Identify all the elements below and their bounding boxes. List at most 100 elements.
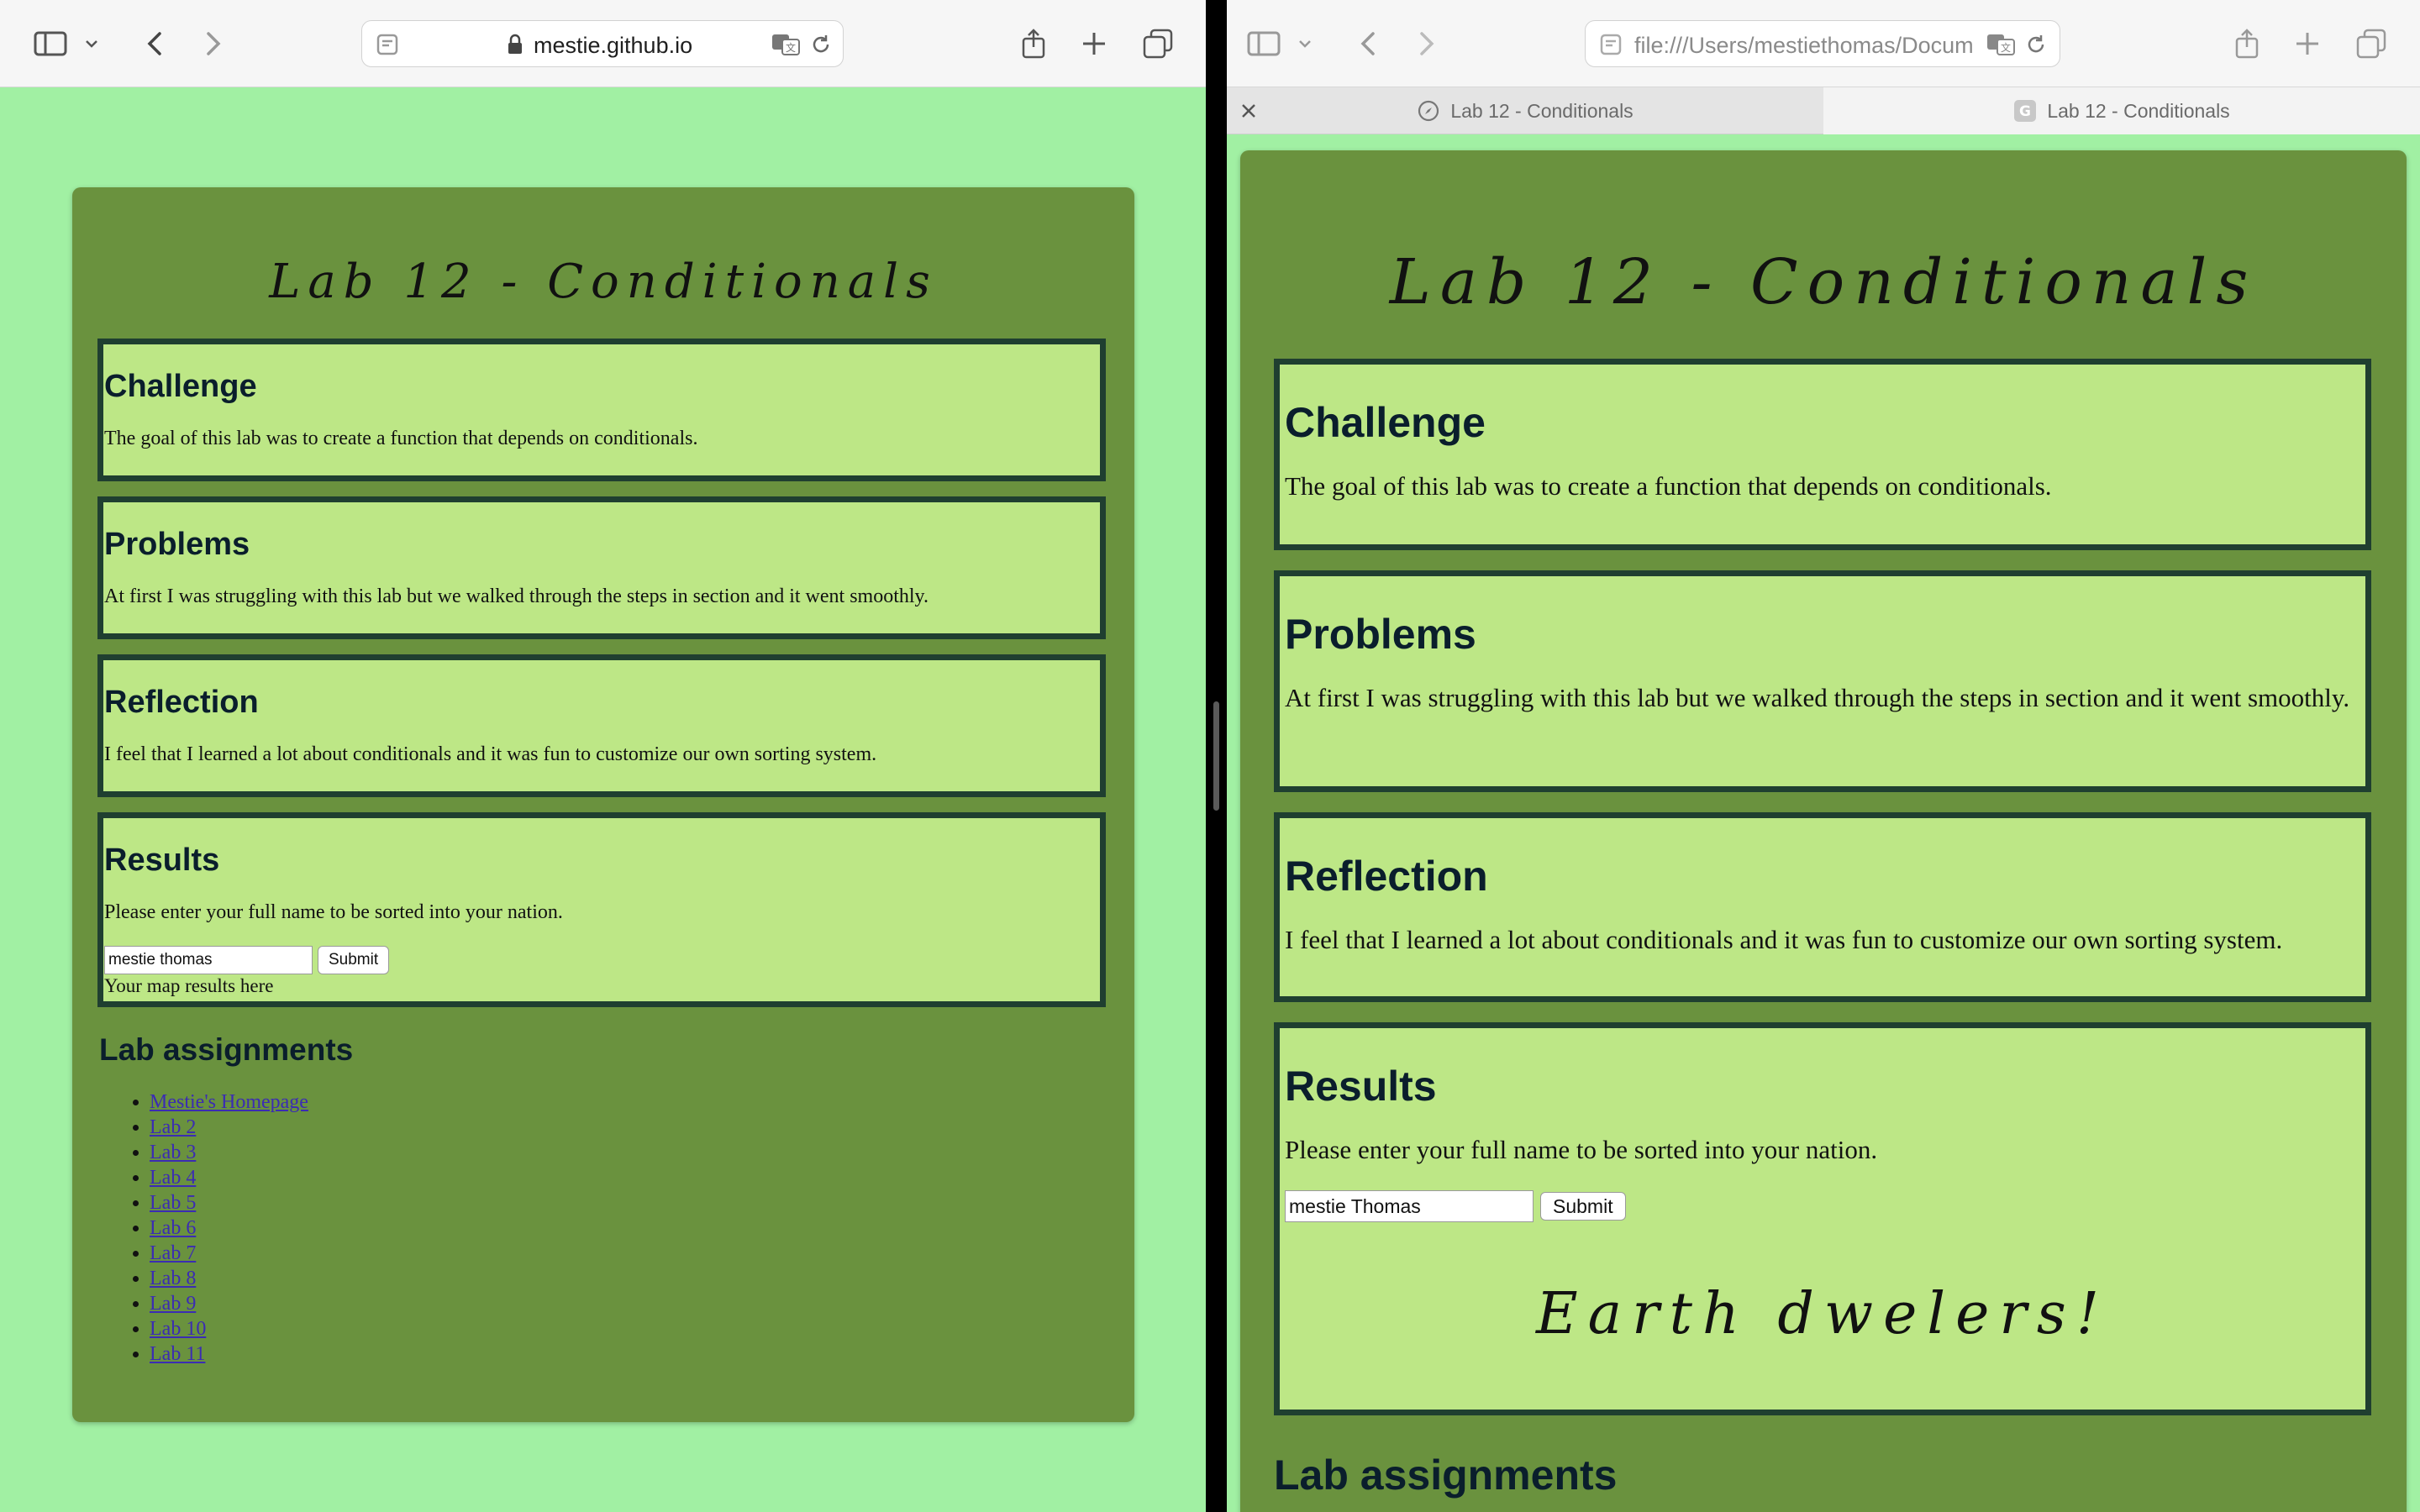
list-item: Lab 4 (150, 1165, 1134, 1190)
right-browser-window: file:///Users/mestiethomas/Docum 文 Lab 1… (1227, 0, 2420, 1512)
submit-button[interactable]: Submit (1540, 1192, 1626, 1221)
lab-link-list: Mestie's Homepage Lab 2 Lab 3 Lab 4 Lab … (150, 1089, 1134, 1367)
list-item: Lab 8 (150, 1266, 1134, 1291)
challenge-section: Challenge The goal of this lab was to cr… (1274, 359, 2371, 550)
list-item: Lab 6 (150, 1215, 1134, 1241)
lab-link[interactable]: Mestie's Homepage (150, 1091, 308, 1113)
page-card: Lab 12 - Conditionals Challenge The goal… (1240, 150, 2407, 1512)
split-view-handle[interactable] (1213, 701, 1219, 811)
section-heading: Problems (104, 527, 250, 562)
list-item: Lab 3 (150, 1140, 1134, 1165)
right-viewport: Lab 12 - Conditionals Challenge The goal… (1227, 135, 2420, 1512)
right-toolbar: file:///Users/mestiethomas/Docum 文 (1227, 0, 2420, 87)
problems-section: Problems At first I was struggling with … (97, 496, 1106, 639)
challenge-section: Challenge The goal of this lab was to cr… (97, 339, 1106, 481)
sidebar-icon[interactable] (32, 25, 69, 62)
tab-conditionals-1[interactable]: Lab 12 - Conditionals (1227, 87, 1823, 134)
result-text: Your map results here (104, 975, 274, 996)
assignments-heading: Lab assignments (1274, 1452, 1618, 1499)
reflection-section: Reflection I feel that I learned a lot a… (1274, 812, 2371, 1002)
page-title: Lab 12 - Conditionals (1389, 246, 2258, 318)
forward-icon[interactable] (1408, 25, 1445, 62)
section-heading: Challenge (104, 369, 257, 404)
list-item: Lab 11 (150, 1341, 1134, 1367)
page-icon (1599, 33, 1623, 60)
address-bar[interactable]: file:///Users/mestiethomas/Docum 文 (1585, 20, 2060, 67)
new-tab-icon[interactable] (2289, 25, 2326, 62)
translate-icon[interactable]: 文 (771, 31, 801, 60)
section-heading: Reflection (1285, 853, 1488, 900)
section-heading: Problems (1285, 611, 1476, 658)
translate-icon[interactable]: 文 (1986, 31, 2016, 60)
back-icon[interactable] (1349, 25, 1386, 62)
name-input[interactable] (1285, 1190, 1534, 1222)
chevron-down-icon[interactable] (79, 25, 104, 62)
new-tab-icon[interactable] (1076, 25, 1113, 62)
chevron-down-icon[interactable] (1292, 25, 1318, 62)
section-text: At first I was struggling with this lab … (1285, 683, 2350, 712)
tab-overview-icon[interactable] (2353, 25, 2390, 62)
forward-icon[interactable] (195, 25, 232, 62)
close-icon[interactable] (1237, 99, 1260, 123)
list-item: Mestie's Homepage (150, 1089, 1134, 1115)
result-text: Earth dwelers! (1535, 1281, 2110, 1347)
section-heading: Challenge (1285, 399, 1486, 446)
tab-label: Lab 12 - Conditionals (1450, 99, 1634, 122)
name-input[interactable] (104, 946, 313, 974)
compass-icon (1417, 99, 1440, 123)
lab-link[interactable]: Lab 5 (150, 1192, 196, 1214)
lab-link[interactable]: Lab 9 (150, 1293, 196, 1315)
reflection-section: Reflection I feel that I learned a lot a… (97, 654, 1106, 797)
svg-text:G: G (2019, 103, 2031, 120)
lab-link[interactable]: Lab 3 (150, 1142, 196, 1163)
reload-icon[interactable] (809, 33, 833, 60)
list-item: Lab 2 (150, 1115, 1134, 1140)
back-icon[interactable] (136, 25, 173, 62)
svg-text:文: 文 (786, 41, 796, 54)
lab-link[interactable]: Lab 8 (150, 1268, 196, 1289)
svg-text:文: 文 (2001, 41, 2011, 54)
list-item: Lab 5 (150, 1190, 1134, 1215)
tab-bar: Lab 12 - Conditionals G Lab 12 - Conditi… (1227, 87, 2420, 134)
page-title: Lab 12 - Conditionals (269, 255, 938, 309)
page-icon (376, 33, 399, 60)
submit-button[interactable]: Submit (318, 946, 390, 974)
section-text: At first I was struggling with this lab … (104, 585, 929, 607)
lock-icon (507, 34, 523, 60)
results-section: Results Please enter your full name to b… (1274, 1022, 2371, 1415)
tab-conditionals-2[interactable]: G Lab 12 - Conditionals (1823, 87, 2420, 134)
g-favicon-icon: G (2013, 99, 2037, 123)
section-text: The goal of this lab was to create a fun… (1285, 471, 2052, 501)
section-text: Please enter your full name to be sorted… (104, 901, 563, 923)
lab-link[interactable]: Lab 11 (150, 1343, 205, 1365)
lab-link[interactable]: Lab 4 (150, 1167, 196, 1189)
list-item: Lab 7 (150, 1241, 1134, 1266)
left-viewport: Lab 12 - Conditionals Challenge The goal… (0, 88, 1206, 1512)
share-icon[interactable] (1015, 25, 1052, 62)
section-heading: Results (1285, 1063, 1437, 1110)
tab-label: Lab 12 - Conditionals (2047, 99, 2230, 122)
address-bar[interactable]: mestie.github.io 文 (361, 20, 844, 67)
lab-link[interactable]: Lab 2 (150, 1116, 196, 1138)
section-text: The goal of this lab was to create a fun… (104, 428, 698, 449)
section-text: I feel that I learned a lot about condit… (104, 743, 877, 765)
left-browser-window: mestie.github.io 文 Lab 12 - Conditionals… (0, 0, 1206, 1512)
list-item: Lab 10 (150, 1316, 1134, 1341)
lab-link[interactable]: Lab 6 (150, 1217, 196, 1239)
address-url: file:///Users/mestiethomas/Docum (1634, 33, 1974, 58)
list-item: Lab 9 (150, 1291, 1134, 1316)
lab-link[interactable]: Lab 10 (150, 1318, 206, 1340)
share-icon[interactable] (2228, 25, 2265, 62)
results-section: Results Please enter your full name to b… (97, 812, 1106, 1007)
tab-overview-icon[interactable] (1139, 25, 1176, 62)
page-card: Lab 12 - Conditionals Challenge The goal… (72, 187, 1134, 1422)
section-heading: Reflection (104, 685, 259, 720)
address-url: mestie.github.io (534, 33, 693, 58)
left-toolbar: mestie.github.io 文 (0, 0, 1206, 87)
problems-section: Problems At first I was struggling with … (1274, 570, 2371, 792)
section-heading: Results (104, 843, 220, 878)
section-text: Please enter your full name to be sorted… (1285, 1135, 1878, 1164)
lab-link[interactable]: Lab 7 (150, 1242, 196, 1264)
sidebar-icon[interactable] (1245, 25, 1282, 62)
reload-icon[interactable] (2024, 33, 2048, 60)
